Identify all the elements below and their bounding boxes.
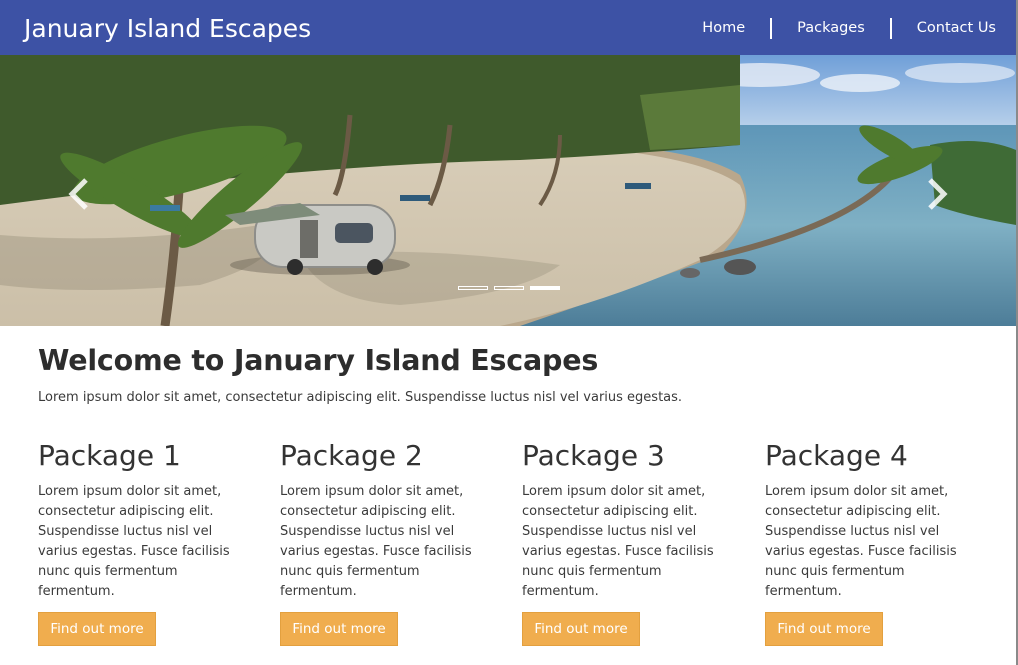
welcome-heading: Welcome to January Island Escapes bbox=[38, 344, 599, 377]
find-out-more-button[interactable]: Find out more bbox=[522, 612, 640, 646]
carousel-indicators bbox=[458, 286, 560, 290]
hero-carousel bbox=[0, 55, 1016, 326]
package-title: Package 4 bbox=[765, 439, 908, 472]
site-header: January Island Escapes Home Packages Con… bbox=[0, 0, 1016, 55]
package-text: Lorem ipsum dolor sit amet, consectetur … bbox=[765, 484, 957, 599]
package-card-4: Package 4 Lorem ipsum dolor sit amet, co… bbox=[765, 438, 970, 646]
nav-home[interactable]: Home bbox=[677, 18, 770, 39]
package-card-3: Package 3 Lorem ipsum dolor sit amet, co… bbox=[522, 438, 727, 646]
nav-contact-us[interactable]: Contact Us bbox=[892, 18, 996, 39]
package-card-2: Package 2 Lorem ipsum dolor sit amet, co… bbox=[280, 438, 485, 646]
site-brand[interactable]: January Island Escapes bbox=[24, 14, 311, 43]
carousel-indicator-3[interactable] bbox=[530, 286, 560, 290]
package-title: Package 1 bbox=[38, 439, 181, 472]
find-out-more-button[interactable]: Find out more bbox=[38, 612, 156, 646]
carousel-next-button[interactable] bbox=[924, 177, 950, 211]
nav-packages[interactable]: Packages bbox=[772, 18, 890, 39]
chevron-left-icon bbox=[68, 178, 88, 210]
package-title: Package 3 bbox=[522, 439, 665, 472]
welcome-text: Lorem ipsum dolor sit amet, consectetur … bbox=[38, 390, 683, 405]
package-card-1: Package 1 Lorem ipsum dolor sit amet, co… bbox=[38, 438, 243, 646]
carousel-indicator-2[interactable] bbox=[494, 286, 524, 290]
package-text: Lorem ipsum dolor sit amet, consectetur … bbox=[522, 484, 714, 599]
package-title: Package 2 bbox=[280, 439, 423, 472]
package-text: Lorem ipsum dolor sit amet, consectetur … bbox=[280, 484, 472, 599]
find-out-more-button[interactable]: Find out more bbox=[765, 612, 883, 646]
main-nav: Home Packages Contact Us bbox=[677, 18, 996, 39]
find-out-more-button[interactable]: Find out more bbox=[280, 612, 398, 646]
carousel-prev-button[interactable] bbox=[66, 177, 92, 211]
package-text: Lorem ipsum dolor sit amet, consectetur … bbox=[38, 484, 230, 599]
carousel-indicator-1[interactable] bbox=[458, 286, 488, 290]
chevron-right-icon bbox=[928, 178, 948, 210]
